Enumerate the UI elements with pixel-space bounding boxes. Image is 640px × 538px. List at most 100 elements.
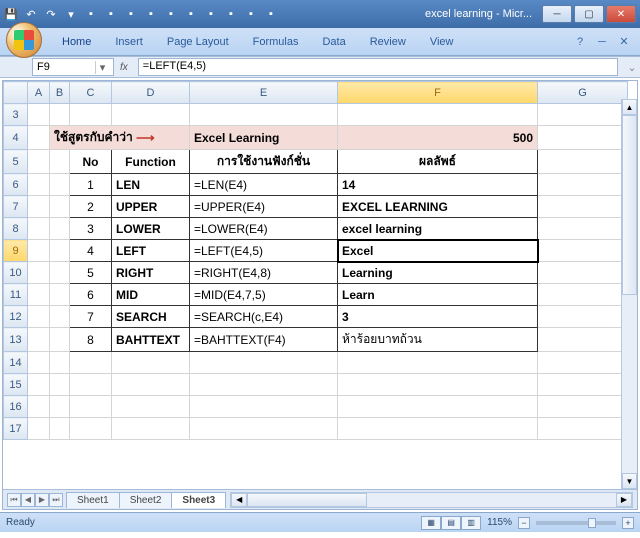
cell-fn[interactable]: LEN — [116, 178, 140, 192]
sheet-tab-active[interactable]: Sheet3 — [171, 492, 226, 508]
cell-no[interactable]: 6 — [70, 284, 111, 305]
help-icon[interactable]: ? — [572, 34, 588, 50]
qat-icon[interactable]: ▪ — [84, 7, 98, 21]
scroll-right-icon[interactable]: ▶ — [616, 493, 632, 507]
cell-no[interactable]: 4 — [70, 240, 111, 261]
row-header[interactable]: 17 — [4, 418, 28, 440]
row-header[interactable]: 14 — [4, 352, 28, 374]
cell-usage[interactable]: =SEARCH(c,E4) — [190, 306, 337, 327]
name-box[interactable]: F9 ▾ — [32, 58, 114, 76]
cell-fn[interactable]: BAHTTEXT — [116, 333, 180, 347]
scroll-left-icon[interactable]: ◀ — [231, 493, 247, 507]
sheet-tab[interactable]: Sheet1 — [66, 492, 120, 508]
col-header[interactable]: C — [70, 82, 112, 104]
maximize-button[interactable]: ▢ — [574, 5, 604, 23]
formula-input[interactable]: =LEFT(E4,5) — [138, 58, 618, 76]
zoom-slider[interactable] — [536, 521, 616, 525]
row-header[interactable]: 6 — [4, 174, 28, 196]
cell-fn[interactable]: UPPER — [116, 200, 157, 214]
tab-formulas[interactable]: Formulas — [241, 32, 311, 52]
sheet-tab[interactable]: Sheet2 — [119, 492, 173, 508]
namebox-dropdown-icon[interactable]: ▾ — [95, 61, 109, 74]
vertical-scrollbar[interactable]: ▲ ▼ — [621, 99, 637, 489]
row-header[interactable]: 10 — [4, 262, 28, 284]
page-break-view-icon[interactable]: ▥ — [461, 516, 481, 530]
scroll-up-icon[interactable]: ▲ — [622, 99, 637, 115]
cell-usage[interactable]: =UPPER(E4) — [190, 196, 337, 217]
row-header[interactable]: 16 — [4, 396, 28, 418]
scroll-thumb[interactable] — [622, 115, 637, 295]
redo-icon[interactable]: ↷ — [44, 7, 58, 21]
col-header[interactable]: G — [538, 82, 628, 104]
cell-usage[interactable]: =LEN(E4) — [190, 174, 337, 195]
col-header-selected[interactable]: F — [338, 82, 538, 104]
col-header[interactable]: D — [112, 82, 190, 104]
select-all-corner[interactable] — [4, 82, 28, 104]
scroll-thumb[interactable] — [247, 493, 367, 507]
horizontal-scrollbar[interactable]: ◀ ▶ — [230, 492, 633, 508]
tab-first-icon[interactable]: ⏮ — [7, 493, 21, 507]
cell-result[interactable]: Learning — [342, 266, 393, 280]
minimize-button[interactable]: ─ — [542, 5, 572, 23]
row-header[interactable]: 12 — [4, 306, 28, 328]
cell-no[interactable]: 2 — [70, 196, 111, 217]
tab-data[interactable]: Data — [310, 32, 357, 52]
save-icon[interactable]: 💾 — [4, 7, 18, 21]
row-header[interactable]: 5 — [4, 150, 28, 174]
row-header[interactable]: 8 — [4, 218, 28, 240]
row-header[interactable]: 7 — [4, 196, 28, 218]
zoom-in-button[interactable]: + — [622, 517, 634, 529]
qat-icon[interactable]: ▪ — [224, 7, 238, 21]
row-header[interactable]: 4 — [4, 126, 28, 150]
cell-fn[interactable]: LOWER — [116, 222, 161, 236]
th-no[interactable]: No — [70, 150, 111, 173]
cell-result[interactable]: 3 — [342, 310, 349, 324]
cell-E4[interactable]: Excel Learning — [190, 126, 337, 149]
office-button[interactable] — [6, 22, 42, 58]
qat-icon[interactable]: ▪ — [124, 7, 138, 21]
tab-insert[interactable]: Insert — [103, 32, 155, 52]
page-layout-view-icon[interactable]: ▤ — [441, 516, 461, 530]
sheet-table[interactable]: A B C D E F G 3 4 ใช้สูตรกับคำว่า ⟶ Exce… — [3, 81, 628, 440]
cell-no[interactable]: 5 — [70, 262, 111, 283]
row-header-selected[interactable]: 9 — [4, 240, 28, 262]
cell-usage[interactable]: =LEFT(E4,5) — [190, 240, 337, 261]
col-header[interactable]: A — [28, 82, 50, 104]
zoom-out-button[interactable]: − — [518, 517, 530, 529]
qat-icon[interactable]: ▪ — [164, 7, 178, 21]
qat-icon[interactable]: ▪ — [264, 7, 278, 21]
tab-prev-icon[interactable]: ◀ — [21, 493, 35, 507]
cell-result[interactable]: ห้าร้อยบาทถ้วน — [338, 328, 537, 351]
cell-result[interactable]: Learn — [342, 288, 375, 302]
qat-icon[interactable]: ▪ — [144, 7, 158, 21]
qat-icon[interactable]: ▪ — [204, 7, 218, 21]
th-function[interactable]: Function — [112, 150, 189, 173]
cell-no[interactable]: 3 — [70, 218, 111, 239]
cell-usage[interactable]: =RIGHT(E4,8) — [190, 262, 337, 283]
col-header[interactable]: E — [190, 82, 338, 104]
tab-view[interactable]: View — [418, 32, 466, 52]
cell-fn[interactable]: RIGHT — [116, 266, 153, 280]
cell-usage[interactable]: =MID(E4,7,5) — [190, 284, 337, 305]
expand-formula-bar-icon[interactable]: ⌄ — [624, 61, 640, 74]
th-result[interactable]: ผลลัพธ์ — [338, 150, 537, 173]
cell-F4[interactable]: 500 — [338, 126, 537, 149]
cell-no[interactable]: 8 — [70, 328, 111, 351]
tab-last-icon[interactable]: ⏭ — [49, 493, 63, 507]
col-header[interactable]: B — [50, 82, 70, 104]
tab-review[interactable]: Review — [358, 32, 418, 52]
qat-icon[interactable]: ▪ — [104, 7, 118, 21]
row-header[interactable]: 15 — [4, 374, 28, 396]
row-header[interactable]: 13 — [4, 328, 28, 352]
cell-usage[interactable]: =LOWER(E4) — [190, 218, 337, 239]
zoom-level[interactable]: 115% — [487, 517, 512, 528]
qat-icon[interactable]: ▾ — [64, 7, 78, 21]
row-header[interactable]: 11 — [4, 284, 28, 306]
cell-result[interactable]: EXCEL LEARNING — [342, 200, 448, 214]
scroll-down-icon[interactable]: ▼ — [622, 473, 637, 489]
close-button[interactable]: ✕ — [606, 5, 636, 23]
tab-home[interactable]: Home — [50, 32, 103, 52]
qat-icon[interactable]: ▪ — [184, 7, 198, 21]
tab-page-layout[interactable]: Page Layout — [155, 32, 241, 52]
cell-fn[interactable]: MID — [116, 288, 138, 302]
